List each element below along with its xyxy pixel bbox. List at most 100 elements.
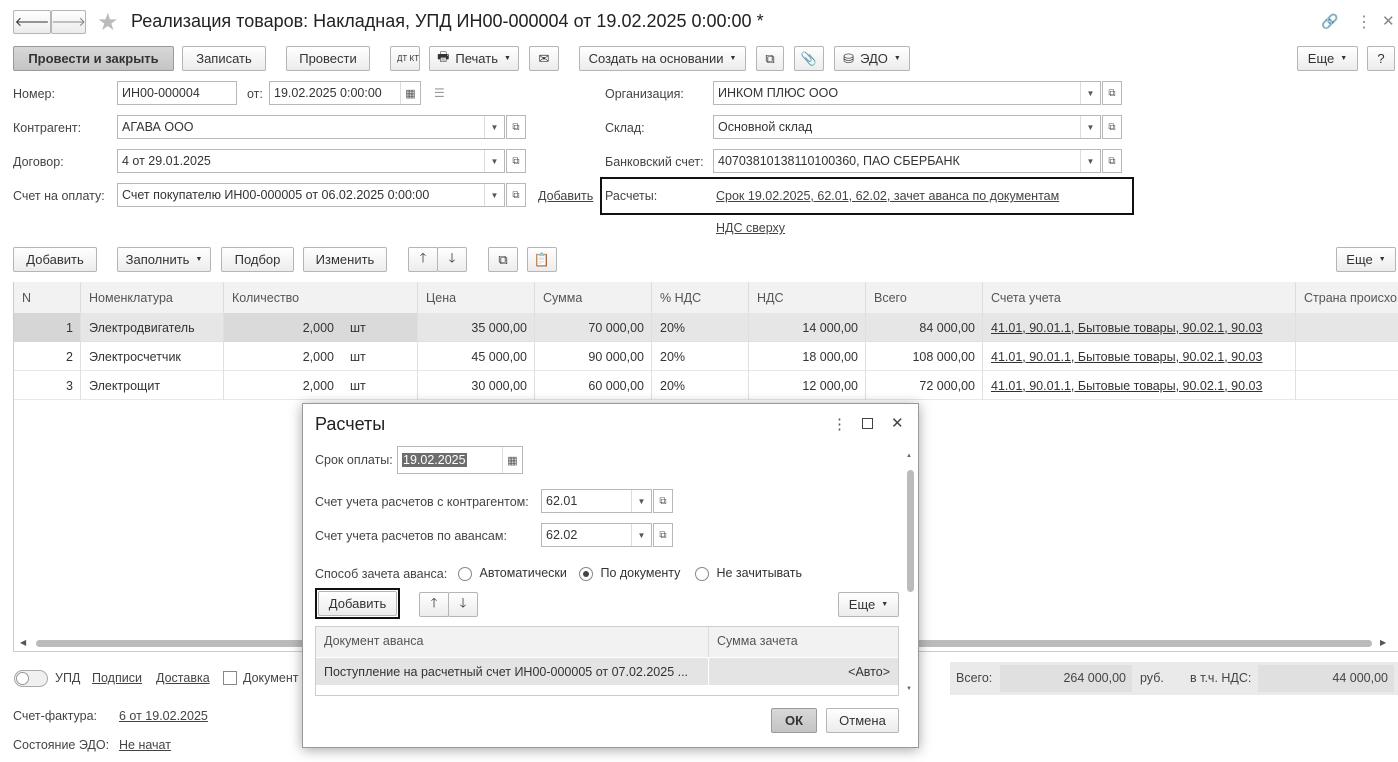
open-invoice-icon[interactable]: ⧉ — [506, 183, 526, 207]
org-field[interactable]: ИНКОМ ПЛЮС ООО ▼ — [713, 81, 1101, 105]
col-vat[interactable]: НДС — [749, 282, 866, 313]
link-icon[interactable]: 🔗 — [1321, 13, 1338, 30]
close-icon[interactable]: ✕ — [1382, 12, 1395, 30]
dialog-move-up-button[interactable]: 🡑 — [419, 592, 449, 617]
acc-advance-field[interactable]: 62.02 ▼ — [541, 523, 652, 547]
col-qty[interactable]: Количество — [224, 282, 418, 313]
contract-field[interactable]: 4 от 29.01.2025 ▼ — [117, 149, 505, 173]
chevron-down-icon[interactable]: ▼ — [484, 184, 504, 206]
contractor-field[interactable]: АГАВА ООО ▼ — [117, 115, 505, 139]
upd-toggle[interactable] — [14, 670, 48, 687]
dialog-more-button[interactable]: Еще ▼ — [838, 592, 899, 617]
col-n[interactable]: N — [14, 282, 81, 313]
settlements-link[interactable]: Срок 19.02.2025, 62.01, 62.02, зачет ава… — [716, 189, 1059, 203]
chevron-down-icon[interactable]: ▼ — [484, 116, 504, 138]
dialog-move-down-button[interactable]: 🡓 — [448, 592, 478, 617]
number-field[interactable]: ИН00-000004 — [117, 81, 237, 105]
chevron-down-icon[interactable]: ▼ — [631, 490, 651, 512]
chevron-down-icon[interactable]: ▼ — [484, 150, 504, 172]
vertical-scroll-thumb[interactable] — [907, 470, 914, 592]
open-bank-icon[interactable]: ⧉ — [1102, 149, 1122, 173]
cancel-button[interactable]: Отмена — [826, 708, 899, 733]
invoice-field[interactable]: Счет покупателю ИН00-000005 от 06.02.202… — [117, 183, 505, 207]
open-acc-advance-icon[interactable]: ⧉ — [653, 523, 673, 547]
row-accounts-link[interactable]: 41.01, 90.01.1, Бытовые товары, 90.02.1,… — [983, 342, 1296, 371]
print-button[interactable]: 🖶 Печать ▼ — [429, 46, 519, 71]
due-field[interactable]: 19.02.2025 ▦ — [397, 446, 523, 474]
post-button[interactable]: Провести — [286, 46, 370, 71]
dt-kt-button[interactable]: ДТ КТ — [390, 46, 420, 71]
col-item[interactable]: Номенклатура — [81, 282, 224, 313]
back-button[interactable]: 🡐 — [13, 10, 51, 34]
table-select-button[interactable]: Подбор — [221, 247, 294, 272]
table-more-button[interactable]: Еще ▼ — [1336, 247, 1396, 272]
vat-total-value: 44 000,00 — [1332, 671, 1388, 685]
calendar-icon[interactable]: ▦ — [400, 82, 420, 104]
email-button[interactable]: ✉ — [529, 46, 559, 71]
acc-contractor-field[interactable]: 62.01 ▼ — [541, 489, 652, 513]
menu-dots-icon[interactable]: ⋮ — [1356, 12, 1372, 32]
table-add-button[interactable]: Добавить — [13, 247, 97, 272]
history-icon[interactable]: ☰ — [434, 86, 445, 100]
chevron-down-icon[interactable]: ▼ — [1080, 82, 1100, 104]
copy-row-button[interactable]: ⧉ — [488, 247, 518, 272]
acc-contractor-label: Счет учета расчетов с контрагентом: — [315, 495, 529, 509]
col-accounts[interactable]: Счета учета — [983, 282, 1296, 313]
open-acc-contractor-icon[interactable]: ⧉ — [653, 489, 673, 513]
col-country[interactable]: Страна происхо — [1296, 282, 1398, 313]
move-up-button[interactable]: 🡑 — [408, 247, 438, 272]
delivery-link[interactable]: Доставка — [156, 671, 210, 685]
bank-field[interactable]: 40703810138110100360, ПАО СБЕРБАНК ▼ — [713, 149, 1101, 173]
ok-button[interactable]: ОК — [771, 708, 817, 733]
dialog-close-icon[interactable]: ✕ — [891, 414, 904, 432]
radio-none[interactable]: Не зачитывать — [695, 566, 802, 581]
row-accounts-link[interactable]: 41.01, 90.01.1, Бытовые товары, 90.02.1,… — [983, 313, 1296, 342]
scroll-up-icon[interactable]: ▲ — [906, 453, 912, 459]
add-invoice-link[interactable]: Добавить — [538, 189, 593, 203]
edo-button[interactable]: ⛁ ЭДО ▼ — [834, 46, 910, 71]
create-based-button[interactable]: Создать на основании ▼ — [579, 46, 746, 71]
col-vat-rate[interactable]: % НДС — [652, 282, 749, 313]
help-button[interactable]: ? — [1367, 46, 1395, 71]
warehouse-field[interactable]: Основной склад ▼ — [713, 115, 1101, 139]
col-sum[interactable]: Сумма — [535, 282, 652, 313]
calendar-icon[interactable]: ▦ — [502, 447, 522, 473]
date-field[interactable]: 19.02.2025 0:00:00 ▦ — [269, 81, 421, 105]
forward-button[interactable]: 🡒 — [51, 10, 86, 34]
col-price[interactable]: Цена — [418, 282, 535, 313]
dialog-menu-icon[interactable]: ⋮ — [832, 415, 847, 433]
scroll-right-icon[interactable]: ▶ — [1380, 638, 1386, 647]
radio-by-document[interactable]: По документу — [579, 566, 680, 581]
document-checkbox[interactable] — [223, 671, 237, 685]
more-button[interactable]: Еще ▼ — [1297, 46, 1358, 71]
col-advance-sum[interactable]: Сумма зачета — [709, 627, 898, 657]
edo-state-link[interactable]: Не начат — [119, 738, 171, 752]
paste-row-button[interactable]: 📋 — [527, 247, 557, 272]
favorite-star-icon[interactable]: ★ — [97, 8, 119, 37]
scroll-down-icon[interactable]: ▼ — [906, 686, 912, 692]
scroll-left-icon[interactable]: ◀ — [20, 638, 26, 647]
open-org-icon[interactable]: ⧉ — [1102, 81, 1122, 105]
structure-button[interactable]: ⧉ — [756, 46, 784, 71]
signatures-link[interactable]: Подписи — [92, 671, 142, 685]
col-total[interactable]: Всего — [866, 282, 983, 313]
open-contractor-icon[interactable]: ⧉ — [506, 115, 526, 139]
open-warehouse-icon[interactable]: ⧉ — [1102, 115, 1122, 139]
attach-button[interactable]: 📎 — [794, 46, 824, 71]
chevron-down-icon[interactable]: ▼ — [1080, 116, 1100, 138]
invoice-footer-link[interactable]: 6 от 19.02.2025 — [119, 709, 208, 723]
chevron-down-icon[interactable]: ▼ — [1080, 150, 1100, 172]
open-contract-icon[interactable]: ⧉ — [506, 149, 526, 173]
radio-auto[interactable]: Автоматически — [458, 566, 567, 581]
col-advance-doc[interactable]: Документ аванса — [316, 627, 709, 657]
dialog-maximize-icon[interactable] — [862, 418, 873, 429]
table-change-button[interactable]: Изменить — [303, 247, 387, 272]
vat-top-link[interactable]: НДС сверху — [716, 221, 785, 235]
post-and-close-button[interactable]: Провести и закрыть — [13, 46, 174, 71]
move-down-button[interactable]: 🡓 — [437, 247, 467, 272]
table-fill-button[interactable]: Заполнить ▼ — [117, 247, 211, 272]
save-button[interactable]: Записать — [182, 46, 266, 71]
chevron-down-icon[interactable]: ▼ — [631, 524, 651, 546]
chevron-down-icon: ▼ — [881, 601, 889, 608]
row-accounts-link[interactable]: 41.01, 90.01.1, Бытовые товары, 90.02.1,… — [983, 371, 1296, 400]
